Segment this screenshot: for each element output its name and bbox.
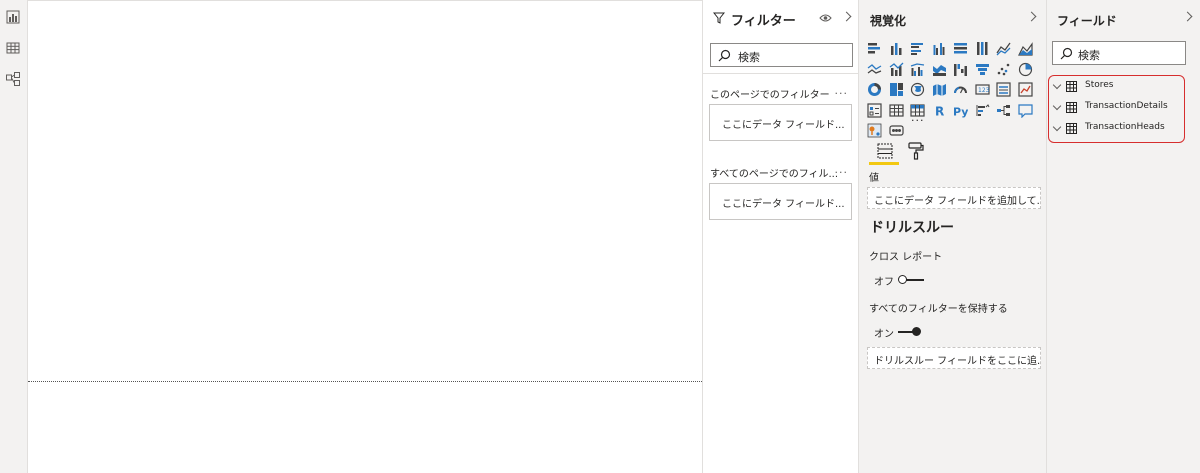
cross-report-toggle[interactable]: オフ	[874, 273, 924, 288]
table-icon	[1066, 81, 1077, 92]
kpi-icon[interactable]	[1017, 82, 1033, 97]
toggle-knob-off	[898, 275, 907, 284]
decomposition-tree-icon[interactable]	[996, 103, 1011, 118]
filled-map-icon[interactable]	[932, 82, 947, 97]
more-visuals-button[interactable]: ···	[911, 114, 925, 127]
stacked-column-icon[interactable]	[889, 41, 904, 56]
this-page-more-button[interactable]: ...	[835, 84, 849, 97]
filters-pane: フィルター 検索 このページでのフィルター ... ここにデータ フィールド..…	[702, 0, 860, 473]
table-icon	[1066, 102, 1077, 113]
keep-all-filters-toggle[interactable]: オン	[874, 325, 921, 340]
gauge-icon[interactable]	[953, 82, 968, 97]
fields-search-placeholder: 検索	[1078, 49, 1100, 62]
cross-report-state: オフ	[874, 277, 894, 288]
values-label: 値	[869, 173, 879, 184]
keep-all-filters-label: すべてのフィルターを保持する	[869, 304, 1008, 315]
visualizations-title: 視覚化	[870, 14, 907, 28]
field-table-row[interactable]: TransactionHeads	[1051, 121, 1181, 137]
fields-tab-icon[interactable]	[875, 141, 895, 161]
multi-row-card-icon[interactable]	[996, 82, 1011, 97]
left-nav-rail	[0, 0, 28, 473]
stacked-bar-icon[interactable]	[867, 41, 882, 56]
model-view-icon[interactable]	[5, 71, 21, 87]
collapse-fields-chevron-icon[interactable]	[1182, 11, 1193, 22]
field-table-name: Stores	[1085, 80, 1114, 90]
fields-pane: フィールド 検索	[1047, 0, 1200, 473]
this-page-filter-well[interactable]: ここにデータ フィールド...	[709, 104, 852, 141]
svg-text:Py: Py	[953, 105, 968, 118]
collapse-filters-chevron-icon[interactable]	[841, 11, 852, 22]
page-boundary	[28, 381, 702, 382]
expand-chevron-icon[interactable]	[1052, 122, 1062, 132]
waterfall-icon[interactable]	[953, 62, 968, 77]
visualizations-pane: 視覚化 123 R Py ··· 値 ここにデータ フィールドを追加して... ドリ…	[859, 0, 1047, 473]
funnel-icon[interactable]	[975, 62, 990, 77]
card-icon[interactable]: 123	[974, 82, 990, 97]
this-page-filters-label: このページでのフィルター	[710, 90, 830, 101]
search-icon	[718, 49, 731, 62]
key-influencers-icon[interactable]	[975, 103, 990, 118]
area-chart-icon[interactable]	[1017, 41, 1033, 56]
line-column-icon[interactable]	[889, 62, 904, 77]
drillthrough-field-well[interactable]: ドリルスルー フィールドをここに追...	[867, 347, 1041, 369]
qa-icon[interactable]	[1017, 103, 1033, 118]
all-pages-more-button[interactable]: ...	[835, 163, 849, 176]
filter-icon	[713, 12, 725, 24]
search-icon	[1060, 47, 1073, 60]
eye-icon[interactable]	[819, 13, 832, 23]
expand-chevron-icon[interactable]	[1052, 80, 1062, 90]
table-icon	[1066, 123, 1077, 134]
fields-title: フィールド	[1057, 14, 1117, 28]
line-clustered-column-icon[interactable]	[910, 62, 925, 77]
slicer-icon[interactable]	[867, 102, 882, 118]
line-chart-icon[interactable]	[996, 41, 1011, 56]
pie-chart-icon[interactable]	[1018, 62, 1033, 77]
field-table-row[interactable]: TransactionDetails	[1051, 100, 1181, 116]
report-canvas[interactable]	[28, 0, 702, 473]
donut-chart-icon[interactable]	[867, 82, 882, 97]
format-paint-roller-icon[interactable]	[906, 141, 926, 161]
clustered-column-icon[interactable]	[932, 41, 947, 56]
svg-text:123: 123	[978, 87, 990, 94]
field-table-name: TransactionDetails	[1085, 101, 1168, 111]
fields-search-input[interactable]: 検索	[1052, 41, 1186, 65]
drillthrough-title: ドリルスルー	[870, 220, 954, 236]
arcgis-map-icon[interactable]	[867, 123, 882, 138]
map-icon[interactable]	[910, 82, 925, 97]
filters-search-input[interactable]: 検索	[710, 43, 853, 67]
report-view-icon[interactable]	[5, 9, 21, 25]
data-view-icon[interactable]	[5, 40, 21, 56]
all-pages-filter-well[interactable]: ここにデータ フィールド...	[709, 183, 852, 220]
divider	[703, 73, 860, 74]
active-tab-indicator	[869, 162, 899, 165]
field-table-row[interactable]: Stores	[1051, 79, 1181, 95]
100-stacked-column-icon[interactable]	[975, 41, 990, 56]
field-table-name: TransactionHeads	[1085, 122, 1165, 132]
cross-report-label: クロス レポート	[869, 252, 943, 263]
clustered-bar-icon[interactable]	[910, 41, 925, 56]
100-stacked-bar-icon[interactable]	[953, 41, 968, 56]
stacked-area-icon[interactable]	[867, 62, 882, 77]
treemap-icon[interactable]	[889, 82, 904, 97]
svg-text:R: R	[935, 104, 944, 118]
keep-all-filters-state: オン	[874, 329, 894, 340]
filters-title: フィルター	[731, 14, 796, 29]
table-visual-icon[interactable]	[888, 103, 904, 118]
collapse-visualizations-chevron-icon[interactable]	[1026, 11, 1037, 22]
toggle-knob-on	[912, 327, 921, 336]
all-pages-filters-label: すべてのページでのフィル...	[710, 169, 839, 180]
filters-search-placeholder: 検索	[738, 51, 760, 64]
ribbon-chart-icon[interactable]	[932, 62, 947, 77]
expand-chevron-icon[interactable]	[1052, 101, 1062, 111]
scatter-icon[interactable]	[996, 62, 1011, 77]
python-visual-icon[interactable]: Py	[953, 103, 968, 118]
values-field-well[interactable]: ここにデータ フィールドを追加して...	[867, 187, 1041, 209]
custom-visual-icon[interactable]	[888, 123, 904, 138]
r-visual-icon[interactable]: R	[932, 103, 947, 118]
